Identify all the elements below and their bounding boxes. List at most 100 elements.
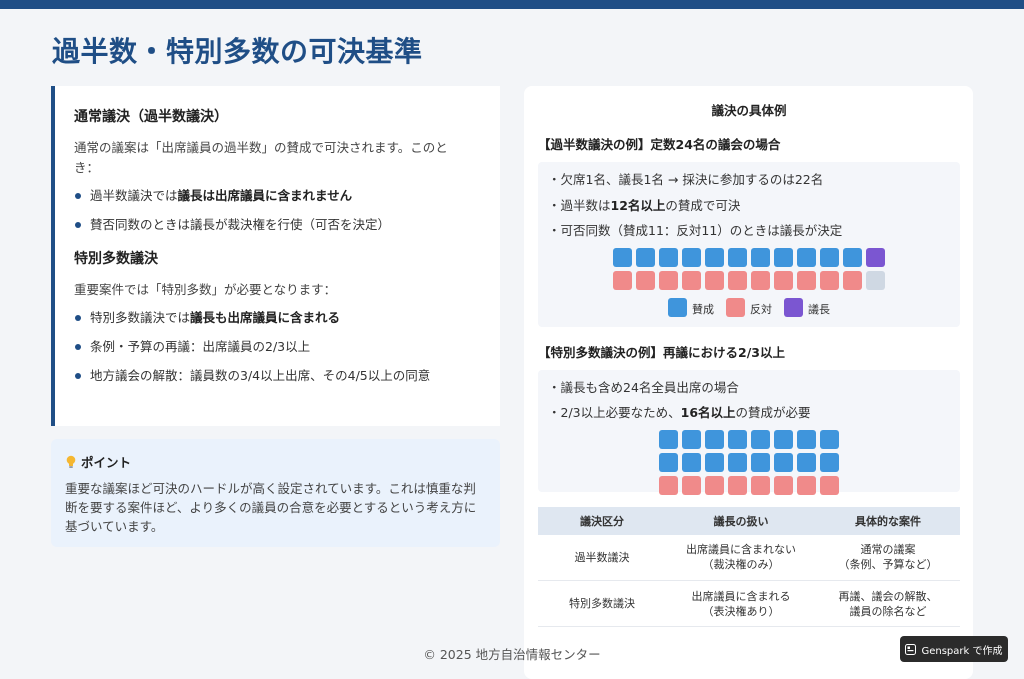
legend-swatch-against	[726, 297, 745, 317]
example-line: ・欠席1名、議長1名 → 採決に参加するのは22名	[548, 171, 950, 197]
majority-rule-list: 過半数議決では議長は出席議員に含まれません賛否同数のときは議長が裁決権を行使（可…	[74, 186, 478, 244]
seat-for	[774, 247, 793, 267]
special-rule-list: 特別多数議決では議長も出席議員に含まれる 条例・予算の再議：出席議員の2/3以上地…	[74, 308, 478, 395]
seat-legend: 賛成 反対 議長	[548, 297, 950, 327]
example-line: ・2/3以上必要なため、16名以上の賛成が必要	[548, 404, 950, 430]
table-body: 過半数議決 出席議員に含まれない （裁決権のみ） 通常の議案 （条例、予算など） 特別多数…	[538, 534, 960, 627]
legend-label: 賛成	[692, 302, 714, 316]
examples-card: 議決の具体例 【過半数議決の例】定数24名の議会の場合 ・欠席1名、議長1名 →…	[524, 86, 973, 679]
seat-against	[774, 270, 793, 290]
example-line-text: ・議長も含め24名全員出席の場合	[548, 379, 739, 395]
lightbulb-icon	[66, 455, 76, 468]
seat-against	[613, 270, 632, 290]
seat-against	[797, 475, 816, 495]
section-desc-special: 重要案件では「特別多数」が必要となります：	[74, 282, 337, 297]
legend-swatch-for	[668, 297, 687, 317]
seat-against	[728, 270, 747, 290]
summary-table: 議決区分 議長の扱い 具体的な案件 過半数議決 出席議員に含まれない （裁決権のみ） 通常…	[538, 506, 960, 627]
seat-for	[613, 247, 632, 267]
majority-example-box: ・欠席1名、議長1名 → 採決に参加するのは22名 ・過半数は12名以上の賛成で可…	[538, 162, 960, 327]
badge-label: Genspark で作成	[921, 645, 1003, 657]
top-accent-bar	[0, 0, 1024, 9]
seat-for	[751, 452, 770, 472]
example-line: ・可否同数（賛成11：反対11）のときは議長が決定	[548, 222, 950, 248]
table-header-cell: 議決区分	[538, 506, 666, 535]
seat-against	[659, 270, 678, 290]
special-example-lines: ・議長も含め24名全員出席の場合・2/3以上必要なため、16名以上の賛成が必要	[548, 379, 950, 430]
seat-for	[636, 247, 655, 267]
seat-against	[728, 475, 747, 495]
seat-for	[820, 247, 839, 267]
list-item-emphasis: 議長は出席議員に含まれません	[177, 188, 353, 203]
table-cell: 過半数議決	[538, 534, 666, 581]
legend-item: 賛成	[668, 297, 714, 317]
seat-for	[682, 452, 701, 472]
seat-for	[797, 247, 816, 267]
seat-for	[751, 429, 770, 449]
majority-example-heading: 【過半数議決の例】定数24名の議会の場合	[538, 137, 781, 152]
table-header-cell: 具体的な案件	[816, 506, 960, 535]
table-row: 特別多数議決 出席議員に含まれる （表決権あり） 再議、議会の解散、 議員の除名など	[538, 580, 960, 627]
seat-for	[843, 247, 862, 267]
legend-item: 反対	[726, 297, 772, 317]
legend-label: 議長	[808, 302, 830, 316]
list-item-text: 賛否同数のときは議長が裁決権を行使（可否を決定）	[90, 217, 391, 232]
table-cell: 出席議員に含まれない （裁決権のみ）	[666, 534, 816, 581]
list-item: 特別多数議決では議長も出席議員に含まれる	[74, 308, 478, 337]
legend-label: 反対	[750, 302, 772, 316]
seat-against	[751, 270, 770, 290]
seat-for	[797, 452, 816, 472]
example-line-text: ・可否同数（賛成11：反対11）のときは議長が決定	[548, 223, 843, 238]
table-cell: 出席議員に含まれる （表決権あり）	[666, 580, 816, 627]
page-title: 過半数・特別多数の可決基準	[52, 35, 423, 68]
special-seat-grid	[659, 429, 839, 495]
seat-for	[797, 429, 816, 449]
table-header-cell: 議長の扱い	[666, 506, 816, 535]
special-example-box: ・議長も含め24名全員出席の場合・2/3以上必要なため、16名以上の賛成が必要	[538, 369, 960, 495]
seat-for	[659, 452, 678, 472]
genspark-logo-icon	[905, 643, 917, 655]
genspark-badge[interactable]: Genspark で作成	[900, 636, 1008, 662]
list-item: 条例・予算の再議：出席議員の2/3以上	[74, 337, 478, 366]
seat-for	[774, 452, 793, 472]
table-header-row: 議決区分 議長の扱い 具体的な案件	[538, 506, 960, 535]
table-row: 過半数議決 出席議員に含まれない （裁決権のみ） 通常の議案 （条例、予算など）	[538, 534, 960, 581]
special-example-heading: 【特別多数議決の例】再議における2/3以上	[538, 344, 785, 360]
seat-for	[659, 247, 678, 267]
seat-against	[820, 270, 839, 290]
example-line-text: ・過半数は	[548, 197, 611, 213]
seat-for	[705, 247, 724, 267]
seat-for	[705, 452, 724, 472]
example-line-text: の賛成で可決	[665, 197, 741, 213]
example-line-emphasis: 12名以上	[610, 197, 666, 213]
footer-copyright: © 2025 地方自治情報センター	[423, 647, 601, 662]
point-text: 重要な議案ほど可決のハードルが高く設定されています。これは慎重な判断を要する案件…	[65, 481, 477, 534]
seat-against	[659, 475, 678, 495]
list-item-text: 地方議会の解散：議員数の3/4以上出席、その4/5以上の同意	[90, 368, 431, 383]
seat-against	[636, 270, 655, 290]
seat-for	[705, 429, 724, 449]
seat-against	[705, 475, 724, 495]
legend-item: 議長	[784, 297, 830, 317]
seat-for	[682, 429, 701, 449]
majority-example-lines: ・欠席1名、議長1名 → 採決に参加するのは22名 ・過半数は12名以上の賛成で可…	[548, 171, 950, 248]
seat-for	[820, 452, 839, 472]
seat-absent	[866, 270, 885, 290]
section-desc-majority: 通常の議案は「出席議員の過半数」の賛成で可決されます。このとき：	[74, 140, 448, 175]
seat-for	[682, 247, 701, 267]
list-item: 過半数議決では議長は出席議員に含まれません	[74, 186, 478, 215]
seat-chair	[866, 247, 885, 267]
seat-for	[774, 429, 793, 449]
seat-against	[682, 270, 701, 290]
table-cell: 特別多数議決	[538, 580, 666, 627]
seat-for	[659, 429, 678, 449]
rules-card: 通常議決（過半数議決） 通常の議案は「出席議員の過半数」の賛成で可決されます。こ…	[51, 86, 500, 426]
example-line-text: の賛成が必要	[735, 405, 811, 420]
example-line: ・議長も含め24名全員出席の場合	[548, 379, 950, 405]
seat-against	[682, 475, 701, 495]
list-item-text: 過半数議決では	[90, 188, 178, 203]
seat-against	[797, 270, 816, 290]
example-line-text: ・2/3以上必要なため、	[548, 405, 681, 420]
seat-for	[728, 452, 747, 472]
seat-against	[751, 475, 770, 495]
